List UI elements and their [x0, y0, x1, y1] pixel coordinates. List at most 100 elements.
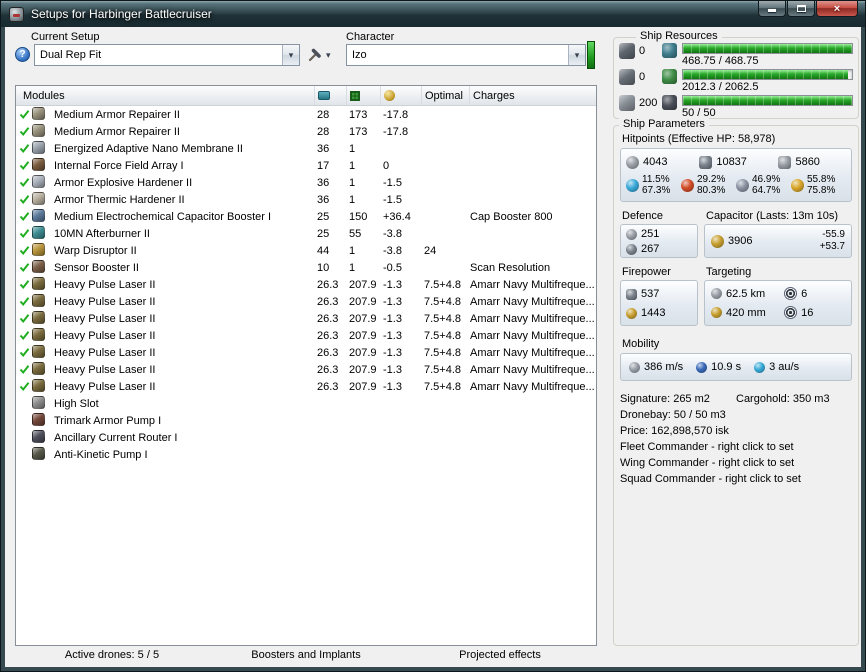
table-row[interactable]: Heavy Pulse Laser II 26.3 207.9 -1.3 7.5…	[16, 276, 596, 293]
fitted-check-icon[interactable]	[19, 347, 30, 358]
capacitor-icon	[384, 90, 395, 101]
module-name: Energized Adaptive Nano Membrane II	[54, 142, 243, 155]
wing-commander-slot[interactable]: Wing Commander - right click to set	[620, 455, 794, 471]
module-capacitor: -3.8	[383, 244, 402, 257]
module-cpu: 36	[317, 193, 330, 206]
fitted-check-icon[interactable]	[19, 313, 30, 324]
module-cpu: 36	[317, 176, 330, 189]
table-row[interactable]: Medium Armor Repairer II 28 173 -17.8	[16, 123, 596, 140]
fitted-check-icon[interactable]	[19, 279, 30, 290]
fitted-check-icon[interactable]	[19, 228, 30, 239]
cpu-column-header[interactable]	[315, 86, 347, 105]
projected-effects-header[interactable]: Projected effects	[403, 649, 597, 665]
module-icon	[32, 157, 45, 171]
armor-resist-value: 64.7%	[752, 185, 781, 196]
cpu-icon	[662, 43, 677, 58]
optimal-column-header[interactable]: Optimal	[422, 86, 470, 105]
fitted-check-icon[interactable]	[19, 177, 30, 188]
resource-rows: 0 468.75 / 468.75 0 2012.3 / 2062.5 200 …	[619, 40, 853, 119]
module-powergrid: 207.9	[349, 329, 377, 342]
fitted-check-icon[interactable]	[19, 160, 30, 171]
module-cpu: 26.3	[317, 363, 339, 376]
module-charges: Amarr Navy Multifreque...	[470, 363, 595, 376]
fitted-check-icon[interactable]	[19, 364, 30, 375]
module-name: Armor Explosive Hardener II	[54, 176, 193, 189]
module-charges: Amarr Navy Multifreque...	[470, 312, 595, 325]
table-row[interactable]: Armor Thermic Hardener II 36 1 -1.5	[16, 191, 596, 208]
active-drones-header[interactable]: Active drones: 5 / 5	[15, 649, 209, 665]
fitted-check-icon[interactable]	[19, 262, 30, 273]
turret-hardpoints-icon	[619, 43, 635, 59]
table-row[interactable]: 10MN Afterburner II 25 55 -3.8	[16, 225, 596, 242]
fitted-check-icon[interactable]	[19, 194, 30, 205]
cargohold-text: Cargohold: 350 m3	[736, 393, 830, 405]
module-capacitor: -0.5	[383, 261, 402, 274]
shield-resist-value: 29.2%	[697, 174, 726, 185]
chevron-down-icon: ▾	[282, 45, 299, 65]
capacitor-label: Capacitor (Lasts: 13m 10s)	[706, 210, 839, 222]
module-name: 10MN Afterburner II	[54, 227, 150, 240]
table-row[interactable]: Medium Armor Repairer II 28 173 -17.8	[16, 106, 596, 123]
fitted-check-icon[interactable]	[19, 211, 30, 222]
setup-tools-button[interactable]: ▾	[304, 45, 342, 65]
charges-column-header[interactable]: Charges	[470, 86, 596, 105]
titlebar[interactable]: Setups for Harbinger Battlecruiser ×	[1, 1, 865, 27]
warp-speed: 3 au/s	[769, 361, 800, 373]
table-row[interactable]: Anti-Kinetic Pump I	[16, 446, 596, 463]
table-row[interactable]: Armor Explosive Hardener II 36 1 -1.5	[16, 174, 596, 191]
fitted-check-icon[interactable]	[19, 245, 30, 256]
table-row[interactable]: Heavy Pulse Laser II 26.3 207.9 -1.3 7.5…	[16, 378, 596, 395]
window-content: Current Setup ? Dual Rep Fit ▾ ▾ Charact…	[5, 27, 861, 667]
table-row[interactable]: Heavy Pulse Laser II 26.3 207.9 -1.3 7.5…	[16, 310, 596, 327]
max-velocity-icon	[629, 361, 640, 373]
table-row[interactable]: Heavy Pulse Laser II 26.3 207.9 -1.3 7.5…	[16, 293, 596, 310]
squad-commander-slot[interactable]: Squad Commander - right click to set	[620, 471, 801, 487]
powergrid-icon	[350, 90, 360, 101]
fitted-check-icon[interactable]	[19, 381, 30, 392]
minimize-button[interactable]	[758, 1, 786, 17]
minimize-icon	[768, 9, 776, 12]
module-capacitor: -1.3	[383, 295, 402, 308]
table-row[interactable]: Sensor Booster II 10 1 -0.5 Scan Resolut…	[16, 259, 596, 276]
modules-column-header[interactable]: Modules	[16, 86, 315, 105]
powergrid-column-header[interactable]	[347, 86, 381, 105]
module-powergrid: 1	[349, 244, 356, 257]
capacitor-column-header[interactable]	[381, 86, 422, 105]
scan-resolution: 420 mm	[726, 306, 766, 319]
capacitor-usage: -55.9	[822, 229, 845, 240]
max-targets-icon	[784, 287, 798, 300]
close-button[interactable]: ×	[816, 1, 858, 17]
maximize-button[interactable]	[787, 1, 815, 17]
fitted-check-icon[interactable]	[19, 296, 30, 307]
table-row[interactable]: Heavy Pulse Laser II 26.3 207.9 -1.3 7.5…	[16, 344, 596, 361]
setup-select[interactable]: Dual Rep Fit ▾	[34, 44, 300, 66]
boosters-implants-header[interactable]: Boosters and Implants	[209, 649, 403, 665]
table-row[interactable]: Energized Adaptive Nano Membrane II 36 1	[16, 140, 596, 157]
module-capacitor: -1.5	[383, 193, 402, 206]
table-row[interactable]: Internal Force Field Array I 17 1 0	[16, 157, 596, 174]
maximize-icon	[796, 5, 806, 12]
fleet-commander-slot[interactable]: Fleet Commander - right click to set	[620, 439, 794, 455]
module-optimal: 7.5+4.8	[424, 380, 462, 393]
table-row[interactable]: High Slot	[16, 395, 596, 412]
shield-hp: 4043	[643, 156, 668, 168]
shield-defence-icon	[626, 229, 637, 240]
table-row[interactable]: Heavy Pulse Laser II 26.3 207.9 -1.3 7.5…	[16, 327, 596, 344]
module-name: Heavy Pulse Laser II	[54, 329, 156, 342]
table-row[interactable]: Warp Disruptor II 44 1 -3.8 24	[16, 242, 596, 259]
fitted-check-icon[interactable]	[19, 143, 30, 154]
fitted-check-icon[interactable]	[19, 109, 30, 120]
character-select[interactable]: Izo ▾	[346, 44, 586, 66]
module-capacitor: -1.3	[383, 380, 402, 393]
module-name: Heavy Pulse Laser II	[54, 295, 156, 308]
signature-text: Signature: 265 m2	[620, 393, 710, 405]
fitted-check-icon[interactable]	[19, 330, 30, 341]
fitted-check-icon[interactable]	[19, 126, 30, 137]
help-button[interactable]: ?	[15, 47, 30, 62]
module-name: Internal Force Field Array I	[54, 159, 184, 172]
table-row[interactable]: Heavy Pulse Laser II 26.3 207.9 -1.3 7.5…	[16, 361, 596, 378]
table-row[interactable]: Trimark Armor Pump I	[16, 412, 596, 429]
table-row[interactable]: Medium Electrochemical Capacitor Booster…	[16, 208, 596, 225]
module-name: Medium Electrochemical Capacitor Booster…	[54, 210, 272, 223]
table-row[interactable]: Ancillary Current Router I	[16, 429, 596, 446]
